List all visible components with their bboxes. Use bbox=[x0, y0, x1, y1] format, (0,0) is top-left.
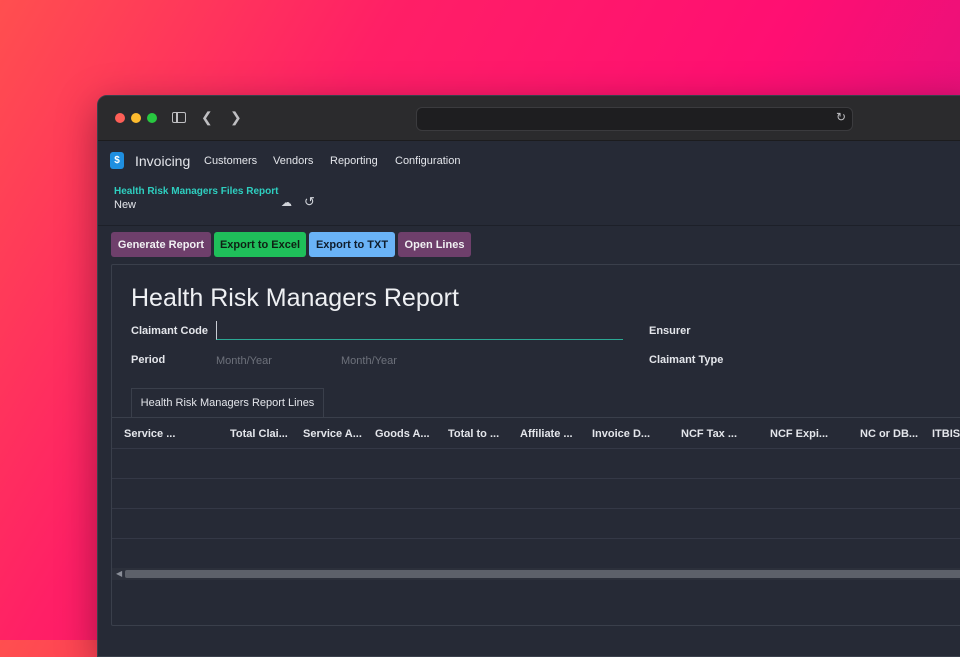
generate-report-button[interactable]: Generate Report bbox=[111, 232, 211, 257]
reload-icon[interactable]: ↻ bbox=[836, 110, 846, 124]
period-label: Period bbox=[131, 354, 166, 366]
export-excel-button[interactable]: Export to Excel bbox=[214, 232, 306, 257]
column-header[interactable]: NCF Tax ... bbox=[681, 428, 737, 440]
chevron-right-icon[interactable]: ❯ bbox=[230, 108, 242, 126]
scroll-left-icon[interactable]: ◀ bbox=[116, 568, 122, 580]
horizontal-scrollbar[interactable]: ◀ bbox=[112, 568, 960, 580]
nav-item-vendors[interactable]: Vendors bbox=[273, 155, 313, 167]
period-from-input[interactable]: Month/Year bbox=[216, 355, 272, 367]
form-sheet: Health Risk Managers Report Claimant Cod… bbox=[111, 264, 960, 626]
browser-titlebar: ❮ ❯ ↻ bbox=[98, 96, 960, 141]
column-header[interactable]: NC or DB... bbox=[860, 428, 918, 440]
cloud-upload-icon[interactable]: ☁ bbox=[281, 196, 292, 209]
app-logo-icon[interactable]: $ bbox=[110, 152, 124, 169]
nav-item-customers[interactable]: Customers bbox=[204, 155, 257, 167]
top-navbar: $ Invoicing Customers Vendors Reporting … bbox=[98, 141, 960, 181]
ensurer-label: Ensurer bbox=[649, 325, 691, 337]
column-header[interactable]: Goods A... bbox=[375, 428, 430, 440]
column-header[interactable]: Service ... bbox=[124, 428, 175, 440]
nav-item-reporting[interactable]: Reporting bbox=[330, 155, 378, 167]
period-to-input[interactable]: Month/Year bbox=[341, 355, 397, 367]
export-txt-button[interactable]: Export to TXT bbox=[309, 232, 395, 257]
report-lines-table: Service ... Total Clai... Service A... G… bbox=[112, 417, 960, 582]
scrollbar-thumb[interactable] bbox=[125, 570, 960, 578]
page-title: Health Risk Managers Report bbox=[131, 284, 459, 312]
sidebar-toggle-icon[interactable] bbox=[172, 112, 186, 123]
column-header[interactable]: ITBIS ... bbox=[932, 428, 960, 440]
open-lines-button[interactable]: Open Lines bbox=[398, 232, 471, 257]
undo-icon[interactable]: ↺ bbox=[304, 194, 315, 210]
tab-report-lines[interactable]: Health Risk Managers Report Lines bbox=[131, 388, 324, 417]
close-window-button[interactable] bbox=[115, 113, 125, 123]
address-bar[interactable]: ↻ bbox=[416, 107, 853, 131]
column-header[interactable]: Total Clai... bbox=[230, 428, 288, 440]
maximize-window-button[interactable] bbox=[147, 113, 157, 123]
browser-window: ❮ ❯ ↻ $ Invoicing Customers Vendors Repo… bbox=[97, 95, 960, 657]
control-panel: Health Risk Managers Files Report New ☁ … bbox=[98, 181, 960, 226]
nav-item-configuration[interactable]: Configuration bbox=[395, 155, 460, 167]
column-header[interactable]: Total to ... bbox=[448, 428, 499, 440]
column-header[interactable]: NCF Expi... bbox=[770, 428, 828, 440]
column-header[interactable]: Invoice D... bbox=[592, 428, 650, 440]
claimant-code-label: Claimant Code bbox=[131, 325, 209, 337]
column-header[interactable]: Service A... bbox=[303, 428, 362, 440]
breadcrumb-current: New bbox=[114, 199, 137, 211]
breadcrumb-parent-link[interactable]: Health Risk Managers Files Report bbox=[114, 186, 279, 197]
table-row-divider bbox=[112, 538, 960, 539]
chevron-left-icon[interactable]: ❮ bbox=[201, 108, 213, 126]
table-row-divider bbox=[112, 478, 960, 479]
claimant-code-input[interactable] bbox=[216, 321, 623, 340]
column-header[interactable]: Affiliate ... bbox=[520, 428, 573, 440]
minimize-window-button[interactable] bbox=[131, 113, 141, 123]
table-row-divider bbox=[112, 448, 960, 449]
table-row-divider bbox=[112, 508, 960, 509]
claimant-type-label: Claimant Type bbox=[649, 354, 724, 366]
app-name[interactable]: Invoicing bbox=[135, 153, 190, 169]
